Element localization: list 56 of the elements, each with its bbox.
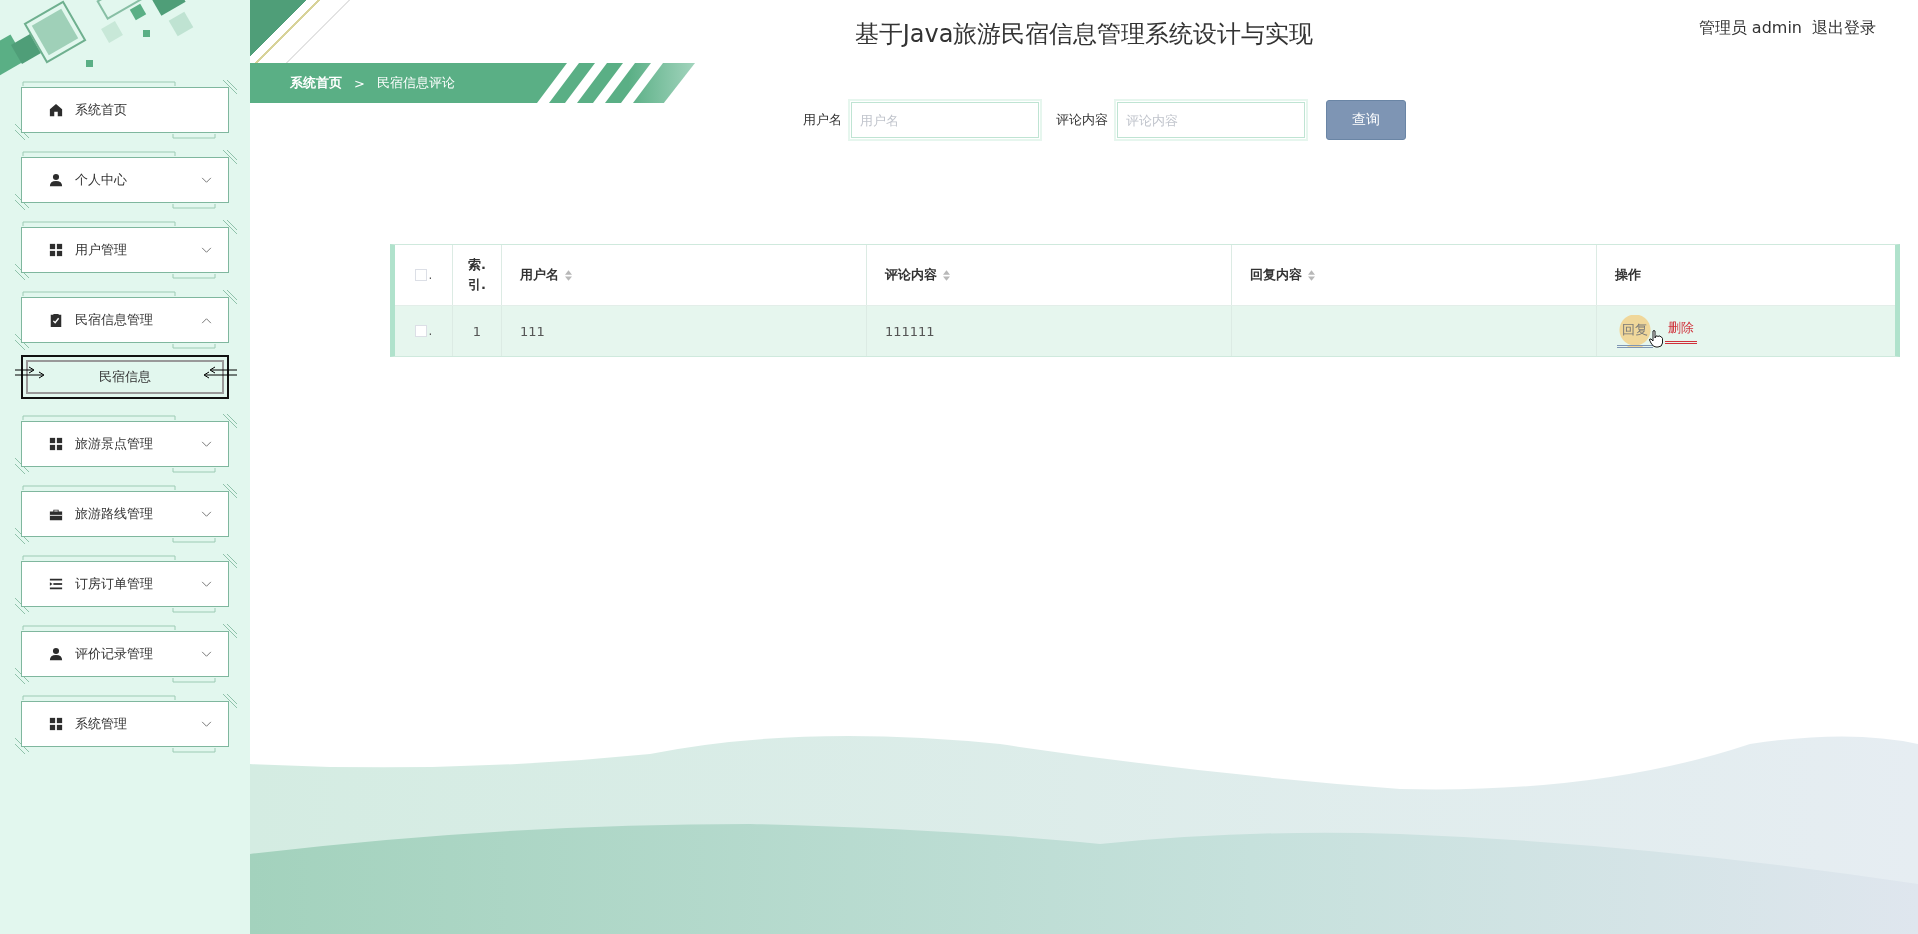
checkbox-label: .: [428, 324, 433, 338]
double-arrow-icon: [15, 366, 45, 380]
menu-label: 评价记录管理: [75, 645, 154, 663]
menu-item[interactable]: 民宿信息管理: [21, 297, 229, 343]
grid-icon: [49, 437, 63, 451]
person-icon: [49, 647, 63, 661]
table-cell: 111111: [885, 323, 935, 339]
menu-item[interactable]: 用户管理: [21, 227, 229, 273]
table-cell: 1: [472, 323, 482, 339]
menu-label: 系统首页: [75, 101, 128, 119]
table-cell: 111: [520, 323, 545, 339]
field-label: 评论内容: [1055, 111, 1108, 129]
column-header: 评论内容: [885, 266, 937, 284]
briefcase-icon: [49, 507, 63, 521]
menu-label: 民宿信息管理: [75, 311, 154, 329]
menu-item[interactable]: 旅游路线管理: [21, 491, 229, 537]
home-icon: [49, 103, 63, 117]
menu-item[interactable]: 个人中心: [21, 157, 229, 203]
field-label: 用户名: [802, 111, 842, 129]
menu-label: 旅游景点管理: [75, 435, 154, 453]
page-title: 基于Java旅游民宿信息管理系统设计与实现: [854, 18, 1314, 50]
breadcrumb-separator: >: [354, 75, 365, 91]
logout-link[interactable]: 退出登录: [1812, 18, 1876, 39]
hand-cursor-icon: [1649, 330, 1663, 348]
menu-item[interactable]: 评价记录管理: [21, 631, 229, 677]
submenu-item[interactable]: 民宿信息: [21, 355, 229, 399]
menu-item[interactable]: 旅游景点管理: [21, 421, 229, 467]
column-header: 索. 引.: [468, 256, 486, 294]
grid-icon: [49, 717, 63, 731]
breadcrumb-current: 民宿信息评论: [376, 74, 455, 92]
sort-icon[interactable]: [565, 269, 572, 281]
double-arrow-icon: [203, 366, 237, 380]
menu-label: 用户管理: [75, 241, 128, 259]
user-name: 管理员 admin: [1698, 18, 1802, 39]
column-header: 操作: [1615, 266, 1641, 284]
checkbox[interactable]: [414, 269, 427, 281]
menu-label: 旅游路线管理: [75, 505, 154, 523]
menu-label: 订房订单管理: [75, 575, 154, 593]
checkbox[interactable]: [414, 325, 427, 337]
column-header: 回复内容: [1250, 266, 1302, 284]
search-field[interactable]: 用户名: [850, 102, 1039, 138]
search-field[interactable]: 评论内容: [1116, 102, 1305, 138]
grid-icon: [49, 243, 63, 257]
checkbox-label: .: [428, 268, 433, 282]
menu-item[interactable]: 系统首页: [21, 87, 229, 133]
menu-item[interactable]: 订房订单管理: [21, 561, 229, 607]
menu-label: 个人中心: [75, 171, 128, 189]
menu-item[interactable]: 系统管理: [21, 701, 229, 747]
list-icon: [49, 577, 63, 591]
person-icon: [49, 173, 63, 187]
column-header: 用户名: [520, 266, 559, 284]
menu-label: 系统管理: [75, 715, 128, 733]
sort-icon[interactable]: [943, 269, 950, 281]
sort-icon[interactable]: [1308, 269, 1315, 281]
clipboard-icon: [49, 313, 63, 327]
delete-link[interactable]: 删除: [1665, 318, 1697, 344]
